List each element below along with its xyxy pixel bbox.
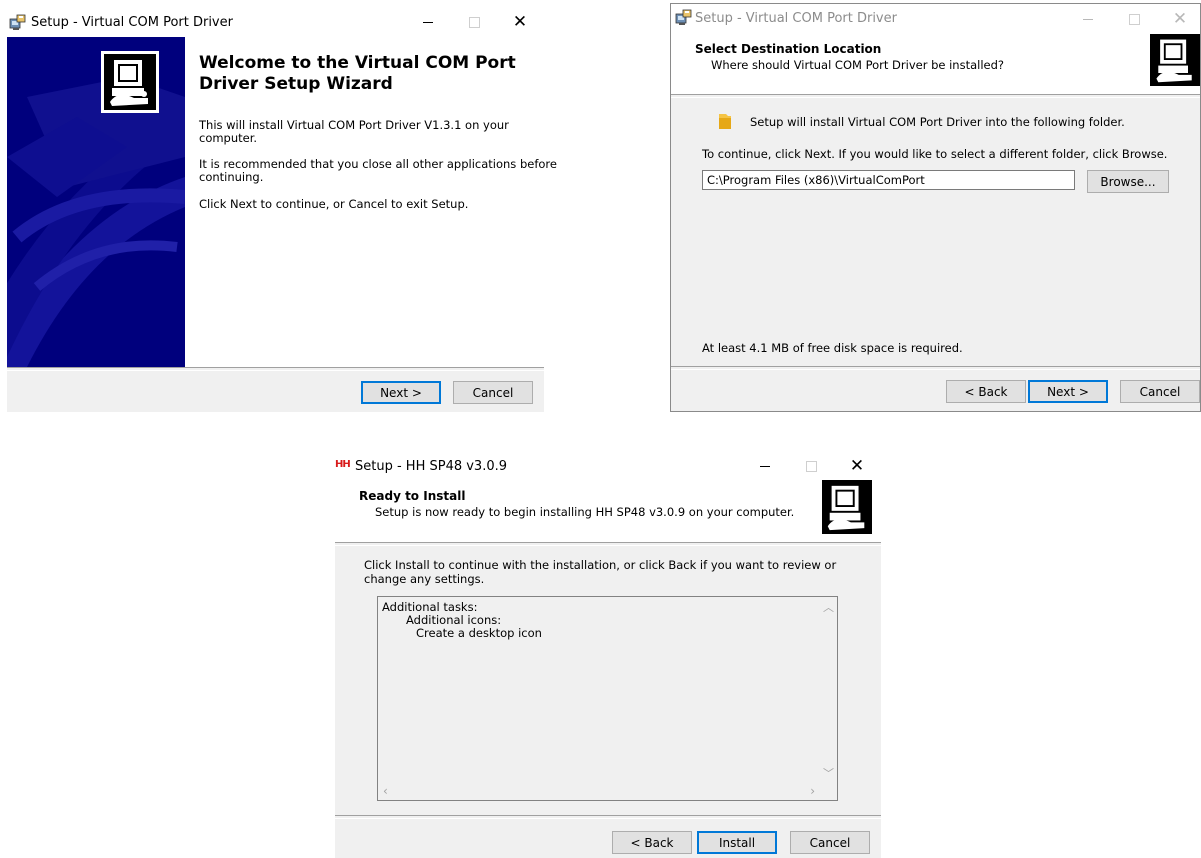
horizontal-scrollbar[interactable]: ‹ ›	[378, 783, 820, 800]
setup-app-icon	[9, 14, 26, 30]
next-button[interactable]: Next >	[1028, 380, 1108, 403]
welcome-heading-line2: Driver Setup Wizard	[199, 74, 393, 94]
disk-space-text: At least 4.1 MB of free disk space is re…	[702, 341, 963, 355]
page-title: Ready to Install	[359, 489, 466, 503]
footer-divider	[7, 367, 544, 371]
close-icon: ✕	[1172, 9, 1188, 29]
footer-divider	[671, 366, 1200, 370]
instruction-text: To continue, click Next. If you would li…	[702, 147, 1168, 161]
welcome-para3: Click Next to continue, or Cancel to exi…	[199, 197, 469, 211]
scroll-up-icon[interactable]: ︿	[823, 599, 834, 615]
minimize-button[interactable]	[742, 451, 788, 481]
window-title: Setup - Virtual COM Port Driver	[31, 15, 233, 30]
computer-graphic	[1156, 39, 1192, 83]
browse-button[interactable]: Browse...	[1087, 170, 1169, 193]
scroll-left-icon[interactable]: ‹	[383, 784, 388, 798]
vertical-scrollbar[interactable]: ︿ ﹀	[820, 597, 837, 783]
app-logo-icon: HH	[335, 459, 351, 470]
memo-line3: Create a desktop icon	[416, 626, 542, 640]
intro-line1: Click Install to continue with the insta…	[364, 558, 837, 572]
minimize-icon	[1083, 18, 1093, 20]
maximize-icon	[805, 460, 817, 472]
maximize-button	[788, 451, 834, 481]
maximize-button	[451, 7, 497, 37]
wizard-computer-icon	[822, 480, 872, 534]
minimize-icon	[423, 21, 433, 23]
header-divider	[335, 542, 881, 546]
computer-graphic	[104, 54, 156, 110]
ready-window: HH Setup - HH SP48 v3.0.9 ✕ Ready to Ins…	[335, 451, 881, 858]
title-bar[interactable]: Setup - Virtual COM Port Driver ✕	[7, 7, 544, 37]
back-button[interactable]: < Back	[946, 380, 1026, 403]
close-icon: ✕	[512, 12, 528, 32]
title-bar[interactable]: HH Setup - HH SP48 v3.0.9 ✕	[335, 451, 881, 481]
destination-window: Setup - Virtual COM Port Driver ✕ Select…	[670, 3, 1201, 412]
close-icon: ✕	[849, 456, 865, 476]
welcome-para2-line2: continuing.	[199, 170, 264, 184]
cancel-button[interactable]: Cancel	[453, 381, 533, 404]
maximize-button	[1111, 4, 1157, 34]
wizard-computer-icon	[101, 51, 159, 113]
install-button[interactable]: Install	[697, 831, 777, 854]
page-subtitle: Where should Virtual COM Port Driver be …	[711, 58, 1005, 72]
page-subtitle: Setup is now ready to begin installing H…	[375, 505, 795, 519]
cancel-button[interactable]: Cancel	[790, 831, 870, 854]
install-intro-text: Setup will install Virtual COM Port Driv…	[750, 115, 1125, 129]
footer-divider	[335, 815, 881, 819]
back-button[interactable]: < Back	[612, 831, 692, 854]
destination-path-input[interactable]	[702, 170, 1075, 190]
next-button[interactable]: Next >	[361, 381, 441, 404]
welcome-para1-line1: This will install Virtual COM Port Drive…	[199, 118, 509, 132]
minimize-icon	[760, 465, 770, 467]
wizard-computer-icon	[1150, 34, 1200, 86]
minimize-button[interactable]	[405, 7, 451, 37]
welcome-para1-line2: computer.	[199, 131, 258, 145]
header-divider	[671, 94, 1200, 98]
wizard-header: Ready to Install Setup is now ready to b…	[335, 480, 881, 542]
window-title: Setup - HH SP48 v3.0.9	[355, 459, 508, 474]
computer-graphic	[827, 485, 865, 531]
setup-app-icon	[675, 9, 692, 25]
wizard-header: Select Destination Location Where should…	[671, 34, 1200, 94]
welcome-heading-line1: Welcome to the Virtual COM Port	[199, 53, 516, 73]
close-button[interactable]: ✕	[1157, 4, 1201, 34]
cancel-button[interactable]: Cancel	[1120, 380, 1200, 403]
memo-line1: Additional tasks:	[382, 600, 478, 614]
title-bar[interactable]: Setup - Virtual COM Port Driver ✕	[671, 4, 1200, 34]
close-button[interactable]: ✕	[834, 451, 880, 481]
welcome-para2-line1: It is recommended that you close all oth…	[199, 157, 557, 171]
wizard-sidebar-image	[7, 37, 185, 367]
intro-line2: change any settings.	[364, 572, 485, 586]
close-button[interactable]: ✕	[497, 7, 543, 37]
maximize-icon	[1128, 13, 1140, 25]
memo-line2: Additional icons:	[406, 613, 502, 627]
window-title: Setup - Virtual COM Port Driver	[695, 11, 897, 26]
welcome-content: Welcome to the Virtual COM Port Driver S…	[185, 37, 557, 367]
maximize-icon	[468, 16, 480, 28]
minimize-button[interactable]	[1065, 4, 1111, 34]
folder-icon	[719, 114, 731, 129]
scroll-right-icon[interactable]: ›	[810, 784, 815, 798]
summary-memo[interactable]: Additional tasks: Additional icons: Crea…	[377, 596, 838, 801]
welcome-window: Setup - Virtual COM Port Driver ✕ Welcom…	[7, 7, 557, 412]
scroll-down-icon[interactable]: ﹀	[823, 765, 834, 781]
page-title: Select Destination Location	[695, 42, 882, 56]
